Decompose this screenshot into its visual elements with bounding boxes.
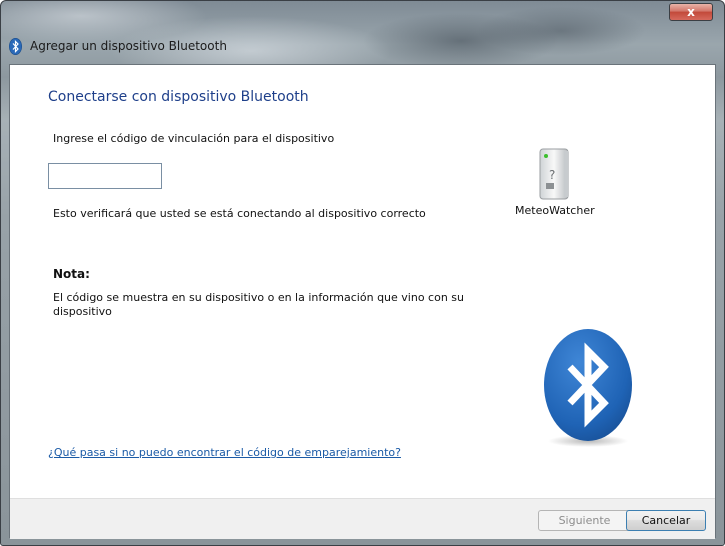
dialog-footer: Siguiente Cancelar [10, 498, 715, 539]
next-button[interactable]: Siguiente [538, 510, 631, 531]
close-button[interactable]: x [669, 3, 713, 21]
window-title: Agregar un dispositivo Bluetooth [30, 39, 227, 53]
note-body: El código se muestra en su dispositivo o… [53, 291, 464, 318]
bluetooth-logo-icon [544, 329, 632, 447]
note-title: Nota: [53, 267, 90, 281]
pairing-code-input[interactable] [48, 163, 162, 189]
close-icon: x [687, 5, 695, 19]
verify-text: Esto verificará que usted se está conect… [53, 207, 426, 220]
dialog-content: Conectarse con dispositivo Bluetooth Ing… [9, 64, 716, 539]
page-title: Conectarse con dispositivo Bluetooth [48, 89, 309, 105]
pairing-code-label: Ingrese el código de vinculación para el… [53, 132, 335, 145]
device-name: MeteoWatcher [515, 204, 595, 217]
svg-text:?: ? [549, 168, 555, 182]
cancel-button[interactable]: Cancelar [626, 510, 706, 531]
help-link[interactable]: ¿Qué pasa si no puedo encontrar el códig… [48, 446, 401, 459]
title-bar-background [1, 1, 724, 65]
bluetooth-icon [9, 38, 22, 55]
device-unknown-icon: ? [539, 148, 569, 200]
dialog-window: x Agregar un dispositivo Bluetooth Conec… [0, 0, 725, 546]
